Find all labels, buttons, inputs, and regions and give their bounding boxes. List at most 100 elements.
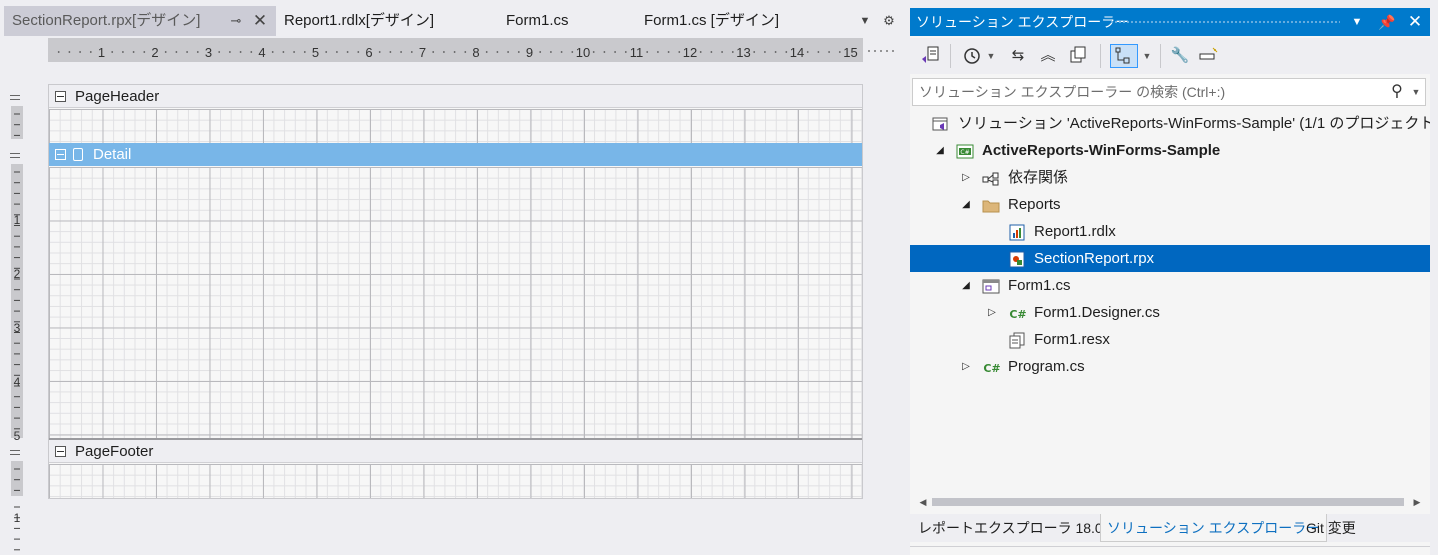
pin-icon[interactable]: 📌 [1376, 8, 1398, 36]
ruler-tick [539, 51, 542, 53]
ruler-tick [785, 51, 788, 53]
expanded-arrow-icon[interactable]: ◢ [934, 137, 946, 164]
report-designer-editor: SectionReport.rpx[デザイン] ⊸ ✕ Report1.rdlx… [0, 0, 902, 555]
tab-report-explorer[interactable]: レポートエクスプローラ 18.0J [912, 514, 1116, 542]
ruler-tick [464, 51, 467, 53]
ruler-tick [164, 51, 167, 53]
tab-list-dropdown-icon[interactable]: ▼ [856, 6, 874, 36]
close-icon[interactable]: ✕ [1404, 8, 1426, 36]
expanded-arrow-icon[interactable]: ◢ [960, 191, 972, 218]
pending-changes-filter-icon[interactable] [960, 44, 984, 68]
copy-icon[interactable] [1066, 44, 1090, 68]
ruler-tick [432, 51, 435, 53]
collapsed-arrow-icon[interactable]: ▷ [986, 299, 998, 326]
gear-icon[interactable]: ⚙ [880, 6, 898, 36]
tree-item[interactable]: ◢ Form1.cs [910, 272, 1430, 299]
view-dropdown-icon[interactable]: ▼ [1142, 44, 1152, 68]
search-icon[interactable]: ⚲ [1387, 79, 1407, 105]
ruler-tick [571, 51, 574, 53]
preview-selected-icon[interactable] [1196, 44, 1220, 68]
scrollbar-thumb[interactable] [932, 498, 1404, 506]
tree-item[interactable]: ▷ C# Program.cs [910, 353, 1430, 380]
tree-item[interactable]: ◢ C# ActiveReports-WinForms-Sample [910, 137, 1430, 164]
ruler-extension [863, 38, 899, 62]
ruler-tick [710, 51, 713, 53]
tab-solution-explorer[interactable]: ソリューション エクスプローラー [1100, 514, 1328, 542]
window-menu-icon[interactable]: ▼ [1346, 8, 1368, 36]
report-design-canvas[interactable]: PageHeader Detail PageFooter [48, 84, 863, 499]
tab-sectionreport-design[interactable]: SectionReport.rpx[デザイン] ⊸ ✕ [4, 6, 276, 36]
tree-item[interactable]: ◢ Reports [910, 191, 1430, 218]
collapse-all-icon[interactable]: ︽ [1036, 44, 1060, 68]
solution-tree: ソリューション 'ActiveReports-WinForms-Sample' … [910, 110, 1430, 490]
band-page-footer[interactable]: PageFooter [49, 440, 862, 463]
ruler-number: 2 [151, 45, 158, 60]
band-page-header[interactable]: PageHeader [49, 85, 862, 108]
svg-text:C#: C# [960, 149, 969, 156]
panel-title-bar[interactable]: ソリューション エクスプローラー ▼ 📌 ✕ [910, 8, 1430, 36]
tree-item-label: Form1.resx [1034, 331, 1110, 348]
ruler-tick [229, 51, 231, 53]
ruler-tick [624, 51, 627, 53]
ruler-tick [731, 51, 734, 53]
tab-form1-cs[interactable]: Form1.cs [506, 6, 626, 36]
tree-item[interactable]: ▷ 依存関係 [910, 164, 1430, 191]
collapsed-arrow-icon[interactable]: ▷ [960, 353, 972, 380]
tree-item-label: Report1.rdlx [1034, 223, 1116, 240]
csharp-file-icon: C# [982, 358, 1000, 375]
filter-dropdown-icon[interactable]: ▼ [986, 44, 996, 68]
tree-item-label: SectionReport.rpx [1034, 250, 1155, 267]
tree-item[interactable]: ソリューション 'ActiveReports-WinForms-Sample' … [910, 110, 1430, 137]
ruler-tick [132, 51, 135, 53]
expanded-arrow-icon[interactable]: ◢ [960, 272, 972, 299]
tab-form1-design[interactable]: Form1.cs [デザイン] [644, 6, 794, 36]
scroll-right-icon[interactable]: ▶ [1410, 494, 1424, 510]
switch-views-icon[interactable] [918, 44, 942, 68]
tree-item[interactable]: Form1.resx [910, 326, 1430, 353]
ruler-tick [196, 51, 199, 53]
ruler-tick [774, 51, 777, 53]
ruler-tick [400, 51, 402, 53]
ruler-number: 10 [576, 45, 590, 60]
page-footer-grid[interactable] [49, 464, 862, 498]
show-all-files-icon[interactable] [1110, 44, 1138, 68]
band-label: PageHeader [75, 88, 160, 105]
collapse-icon[interactable] [55, 91, 66, 102]
ruler-tick [282, 51, 285, 53]
tree-item-label: 依存関係 [1008, 169, 1069, 186]
collapse-icon[interactable] [55, 149, 66, 160]
solution-search-input[interactable] [919, 81, 1379, 103]
tree-item[interactable]: Report1.rdlx [910, 218, 1430, 245]
pin-icon[interactable]: ⊸ [226, 6, 246, 36]
tab-git-changes[interactable]: Git 変更 [1300, 514, 1362, 542]
svg-text:C#: C# [1009, 308, 1026, 321]
solution-search-box[interactable]: ⚲ ▼ [912, 78, 1426, 106]
csharp-project-icon: C# [956, 142, 974, 159]
ruler-tick [667, 51, 670, 53]
tree-item[interactable]: ▷ C# Form1.Designer.cs [910, 299, 1430, 326]
properties-wrench-icon[interactable]: 🔧 [1168, 44, 1192, 68]
ruler-tick [699, 51, 702, 53]
detail-grid[interactable] [49, 167, 862, 438]
collapsed-arrow-icon[interactable]: ▷ [960, 164, 972, 191]
ruler-number: 1 [98, 45, 105, 60]
close-icon[interactable]: ✕ [250, 6, 270, 36]
tab-report1-design[interactable]: Report1.rdlx[デザイン] [284, 6, 484, 36]
ruler-number: 6 [365, 45, 372, 60]
ruler-tick [303, 51, 306, 53]
sync-with-document-icon[interactable]: ⇆ [1006, 44, 1030, 68]
scroll-left-icon[interactable]: ◀ [916, 494, 930, 510]
vertical-ruler: 1 2 3 4 5 1 [0, 84, 26, 555]
search-options-dropdown-icon[interactable]: ▼ [1409, 79, 1423, 105]
page-header-grid[interactable] [49, 109, 862, 143]
ruler-tick [111, 51, 114, 53]
ruler-tick [378, 51, 381, 53]
band-detail[interactable]: Detail [49, 143, 862, 166]
collapse-icon[interactable] [55, 446, 66, 457]
toolbar-separator [1160, 44, 1161, 68]
tree-item[interactable]: SectionReport.rpx [910, 245, 1430, 272]
ruler-tick [336, 51, 338, 53]
ruler-tick [560, 51, 563, 53]
tree-horizontal-scrollbar[interactable]: ◀ ▶ [910, 494, 1430, 510]
band-label: PageFooter [75, 443, 154, 460]
